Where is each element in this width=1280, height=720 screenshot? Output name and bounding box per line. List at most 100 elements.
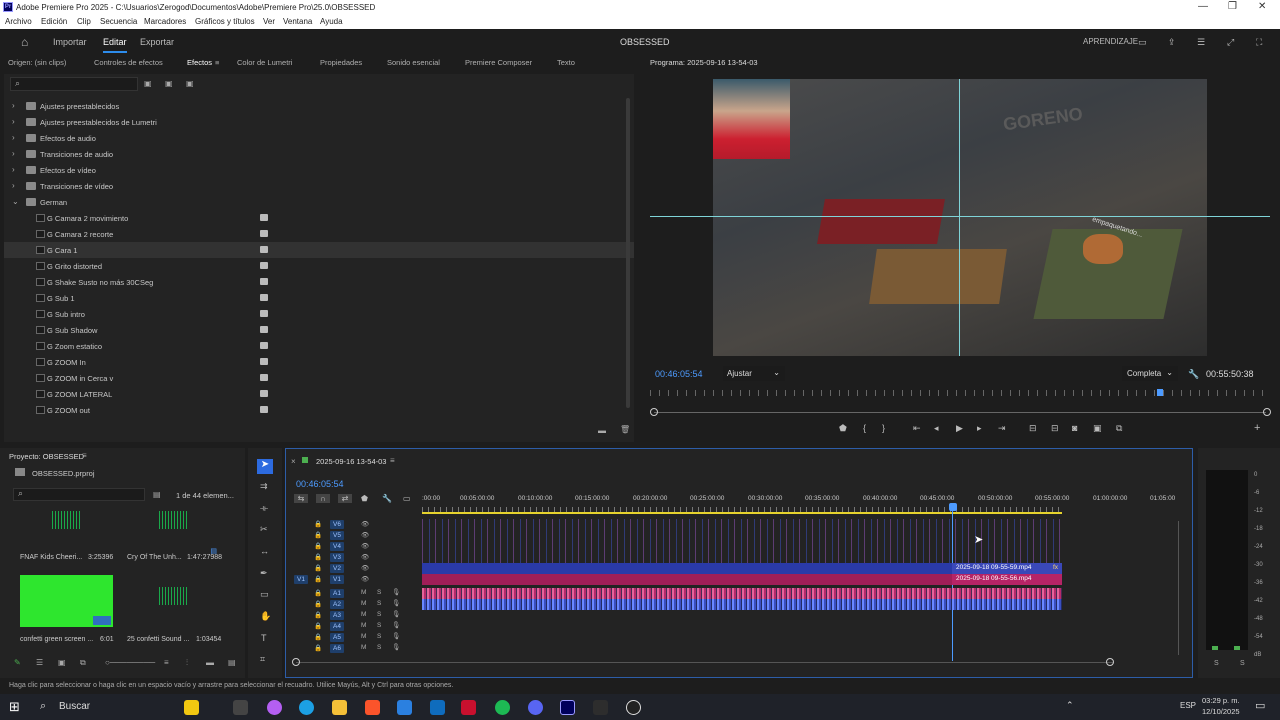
tab-premiere-composer[interactable]: Premiere Composer [465,58,532,67]
lock-icon[interactable]: 🔒 [314,564,322,572]
menu-ayuda[interactable]: Ayuda [320,17,343,26]
lock-icon[interactable]: 🔒 [314,644,322,652]
tab-texto[interactable]: Texto [557,58,575,67]
premiere-taskbar-icon[interactable] [560,700,575,715]
microphone-icon[interactable]: 🎙 [392,588,400,596]
rectangle-tool-icon[interactable]: ▭ [260,589,269,600]
notifications-icon[interactable]: ▭ [1255,699,1265,712]
add-button-icon[interactable]: + [1254,422,1260,434]
language-indicator[interactable]: ESP [1180,701,1196,710]
track-label[interactable]: V2 [330,564,344,573]
copilot-icon[interactable] [267,700,282,715]
timeline-timecode[interactable]: 00:46:05:54 [296,479,344,489]
tab-efectos[interactable]: Efectos [187,58,212,67]
workspace-editar[interactable]: Editar [103,37,127,53]
lock-icon[interactable]: 🔒 [314,600,322,608]
fit-dropdown[interactable]: Ajustar ⌄ [723,366,785,381]
mark-out-icon[interactable]: } [882,423,885,433]
solo-icon[interactable]: S [377,600,381,607]
preset-row[interactable]: G Sub intro [4,306,634,322]
mute-icon[interactable]: M [361,611,366,618]
track-label[interactable]: A3 [330,611,344,620]
new-folder-icon[interactable]: ▬ [598,426,606,435]
track-a3[interactable]: 🔒 A3 M S 🎙 [286,610,1176,621]
playhead-handle[interactable] [949,503,957,511]
mute-icon[interactable]: M [361,633,366,640]
restore-icon[interactable]: ❐ [1228,1,1237,12]
lock-icon[interactable]: 🔒 [314,553,322,561]
pencil-icon[interactable]: ✎ [14,658,21,667]
type-tool-icon[interactable]: T [261,633,267,643]
microphone-icon[interactable]: 🎙 [392,599,400,607]
clock-date[interactable]: 12/10/2025 [1202,707,1240,716]
preset-row[interactable]: G Camara 2 recorte [4,226,634,242]
track-label[interactable]: V5 [330,531,344,540]
microphone-icon[interactable]: 🎙 [392,621,400,629]
preset-row[interactable]: G ZOOM In [4,354,634,370]
obs-icon[interactable] [626,700,641,715]
menu-edicion[interactable]: Edición [41,17,67,26]
folder-row[interactable]: › Ajustes preestablecidos de Lumetri [4,114,634,130]
folder-row[interactable]: › Efectos de vídeo [4,162,634,178]
yuv-effects-icon[interactable]: ▣ [186,79,194,88]
red-app-icon[interactable] [461,700,476,715]
chevron-down-icon[interactable]: ⌄ [12,197,19,206]
eye-icon[interactable]: 👁 [361,553,369,561]
track-a6[interactable]: 🔒 A6 M S 🎙 [286,643,1176,654]
preset-row[interactable]: G Camara 2 movimiento [4,210,634,226]
effects-search-input[interactable]: ⌕ [10,77,138,91]
media-thumb-fnaf[interactable] [20,505,113,557]
lock-icon[interactable]: 🔒 [314,542,322,550]
go-to-out-icon[interactable]: ⇥ [998,423,1006,434]
linked-selection-icon[interactable]: ⇄ [338,494,352,503]
tab-origen[interactable]: Origen: (sin clips) [8,58,66,67]
chevron-right-icon[interactable]: › [12,133,15,142]
eye-icon[interactable]: 👁 [361,520,369,528]
menu-secuencia[interactable]: Secuencia [100,17,137,26]
solo-icon[interactable]: S [377,644,381,651]
task-view-icon[interactable] [233,700,248,715]
mute-icon[interactable]: M [361,589,366,596]
eye-icon[interactable]: 👁 [361,564,369,572]
discord-icon[interactable] [528,700,543,715]
tab-color-lumetri[interactable]: Color de Lumetri [237,58,292,67]
comparison-icon[interactable]: ▣ [1093,423,1102,434]
lock-icon[interactable]: 🔒 [314,589,322,597]
clip-a1-audio[interactable] [422,588,1062,599]
store-icon[interactable] [397,700,412,715]
solo-icon[interactable]: S [377,611,381,618]
eye-icon[interactable]: 👁 [361,531,369,539]
ripple-tool-icon[interactable]: ⟛ [260,503,268,514]
solo-icon[interactable]: S [377,622,381,629]
proxy-icon[interactable]: ⧉ [1116,423,1122,434]
step-forward-icon[interactable]: ▸ [977,423,982,434]
freeform-view-icon[interactable]: ⧉ [80,658,86,668]
tray-chevron-icon[interactable]: ⌃ [1066,700,1074,711]
clip-v1-sequence[interactable] [422,574,952,585]
folder-row[interactable]: › Efectos de audio [4,130,634,146]
menu-lines-icon[interactable]: ☰ [1197,37,1205,48]
32bit-effects-icon[interactable]: ▣ [165,79,173,88]
track-a4[interactable]: 🔒 A4 M S 🎙 [286,621,1176,632]
tab-controles-efectos[interactable]: Controles de efectos [94,58,163,67]
clip-v2[interactable]: 2025-09-18 09-55-59.mp4 fx [952,563,1062,574]
fullscreen-icon[interactable]: ⛶ [1256,37,1262,48]
microphone-icon[interactable]: 🎙 [392,632,400,640]
track-label[interactable]: A5 [330,633,344,642]
clip-a2-audio[interactable] [422,599,1062,610]
project-menu-icon[interactable]: ≡ [82,451,87,460]
workspace-exportar[interactable]: Exportar [140,37,174,47]
folder-row[interactable]: ⌄ German [4,194,634,210]
sequence-tab[interactable]: 2025-09-16 13-54-03 [316,457,386,466]
chevron-right-icon[interactable]: › [12,149,15,158]
add-marker-icon[interactable]: ⬟ [361,494,368,503]
taskbar-search[interactable]: Buscar [59,701,90,712]
preset-row[interactable]: G Zoom estatico [4,338,634,354]
razor-tool-icon[interactable]: ✂ [260,524,268,535]
effects-scrollbar[interactable] [626,98,630,408]
camera-icon[interactable]: ◙ [1072,423,1077,433]
preset-row[interactable]: G ZOOM in Cerca v [4,370,634,386]
track-label[interactable]: V4 [330,542,344,551]
mute-icon[interactable]: M [361,600,366,607]
settings-wrench-icon[interactable]: 🔧 [382,494,392,503]
